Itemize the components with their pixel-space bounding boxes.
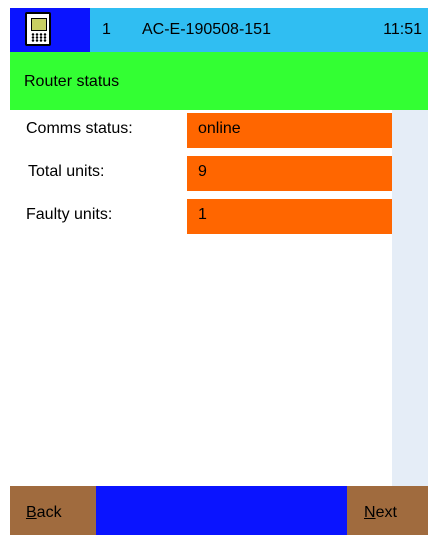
- faulty-units-row: Faulty units: 1: [10, 196, 392, 234]
- next-button-label: Next: [364, 504, 397, 522]
- page-title: Router status: [24, 73, 120, 90]
- device-id: AC-E-190508-151: [142, 21, 271, 38]
- title-bar: 1 AC-E-190508-151 11:51: [10, 8, 428, 52]
- faulty-units-value: 1: [198, 206, 207, 223]
- back-mnemonic: B: [26, 504, 37, 521]
- title-number: 1: [102, 21, 111, 38]
- back-button[interactable]: Back: [10, 486, 96, 535]
- faulty-units-label: Faulty units:: [26, 206, 113, 223]
- total-units-row: Total units: 9: [10, 153, 392, 191]
- handheld-device-icon: [25, 12, 51, 46]
- total-units-label: Total units:: [28, 163, 105, 180]
- back-button-label: Back: [26, 504, 62, 522]
- page-header: Router status: [10, 52, 428, 110]
- comms-status-label: Comms status:: [26, 120, 133, 137]
- comms-status-value: online: [198, 120, 241, 137]
- app-menu-button[interactable]: [10, 8, 90, 52]
- next-mnemonic: N: [364, 504, 376, 521]
- device-screen-graphic: [31, 18, 47, 31]
- next-button[interactable]: Next: [347, 486, 428, 535]
- total-units-value-field: 9: [187, 156, 392, 191]
- comms-status-value-field: online: [187, 113, 392, 148]
- scrollbar-track[interactable]: [392, 110, 428, 486]
- comms-status-row: Comms status: online: [10, 110, 392, 148]
- bottom-nav-bar: Back Next: [10, 486, 428, 535]
- clock-time: 11:51: [383, 21, 422, 38]
- status-panel: Comms status: online Total units: 9 Faul…: [10, 110, 428, 486]
- next-label-rest: ext: [375, 504, 397, 521]
- device-keypad-graphic: [31, 33, 47, 42]
- faulty-units-value-field: 1: [187, 199, 392, 234]
- total-units-value: 9: [198, 163, 207, 180]
- back-label-rest: ack: [36, 504, 62, 521]
